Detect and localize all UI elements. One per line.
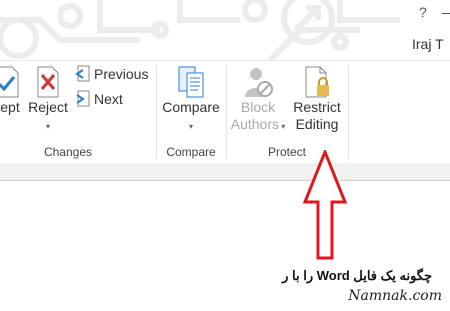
previous-button[interactable]: Previous: [74, 65, 148, 83]
restrict-editing-button[interactable]: Restrict Editing: [290, 65, 344, 133]
reject-label: Reject: [28, 99, 68, 115]
previous-change-icon: [75, 65, 90, 82]
group-separator: [156, 65, 157, 159]
user-name[interactable]: Iraj T: [412, 36, 444, 52]
circuit-decoration: [0, 0, 400, 60]
compare-dropdown-icon[interactable]: ▾: [189, 122, 193, 131]
group-separator: [348, 65, 349, 159]
restrict-editing-label-line2: Editing: [295, 116, 339, 132]
minimize-button[interactable]: [440, 0, 450, 22]
block-authors-dropdown-icon: ▾: [279, 122, 286, 131]
next-change-icon: [76, 90, 90, 107]
next-button[interactable]: Next: [74, 90, 123, 108]
block-authors-label-line2: Authors: [230, 116, 279, 132]
watermark: Namnak.com: [348, 288, 442, 304]
block-authors-button[interactable]: Block Authors ▾: [230, 65, 286, 135]
document-text[interactable]: چگونه یک فایل Word را با ر: [282, 268, 432, 284]
next-label: Next: [94, 91, 123, 107]
compare-group-label: Compare: [166, 145, 216, 159]
previous-label: Previous: [94, 66, 149, 82]
compare-icon: [178, 66, 204, 98]
block-authors-label-line1: Block: [240, 99, 276, 115]
compare-button[interactable]: Compare ▾: [160, 65, 222, 135]
accept-icon: [0, 66, 19, 98]
accept-button[interactable]: ept: [0, 65, 24, 116]
red-annotation-arrow-icon: [302, 150, 348, 260]
restrict-editing-label-line1: Restrict: [293, 99, 341, 115]
accept-label: ept: [0, 99, 20, 115]
reject-button[interactable]: Reject ▾: [28, 65, 68, 135]
group-separator: [226, 65, 227, 159]
title-bar: ? Iraj T: [0, 0, 450, 60]
compare-label: Compare: [162, 99, 220, 115]
restrict-editing-icon: [305, 66, 329, 98]
reject-icon: [37, 66, 59, 98]
help-button[interactable]: ?: [419, 4, 427, 20]
review-ribbon: ept Reject ▾ Previous Next Changes Compa…: [0, 60, 450, 164]
changes-group-label: Changes: [43, 145, 93, 159]
reject-dropdown-icon[interactable]: ▾: [46, 122, 50, 131]
block-authors-icon: [245, 68, 273, 97]
